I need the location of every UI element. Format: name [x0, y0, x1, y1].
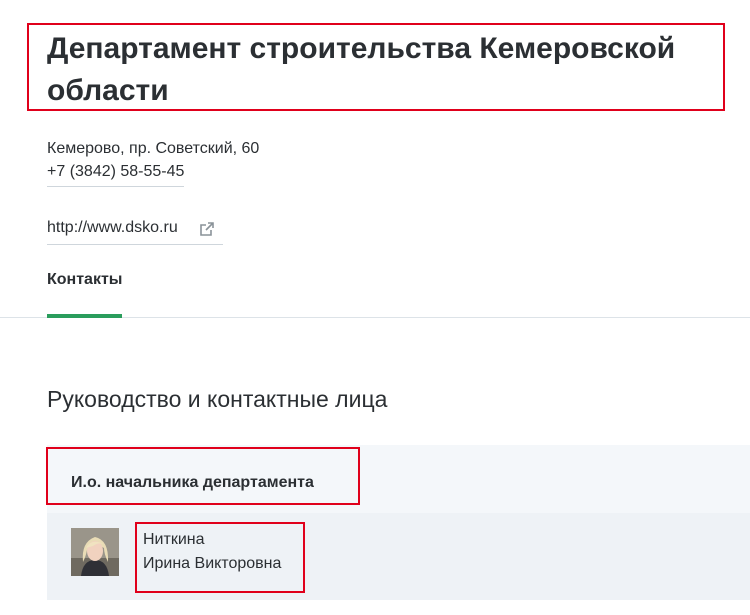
highlight-box-position — [46, 447, 360, 505]
highlight-box-name — [135, 522, 305, 593]
website-url: http://www.dsko.ru — [47, 219, 178, 236]
avatar — [71, 528, 119, 576]
tab-contacts[interactable]: Контакты — [47, 270, 122, 306]
active-tab-indicator — [47, 314, 122, 318]
highlight-box-title — [27, 23, 725, 111]
organization-address: Кемерово, пр. Советский, 60 — [47, 140, 260, 157]
phone-link[interactable]: +7 (3842) 58-55-45 — [47, 162, 185, 187]
external-link-icon — [200, 222, 214, 236]
website-link[interactable]: http://www.dsko.ru — [47, 218, 223, 245]
leadership-section-title: Руководство и контактные лица — [47, 386, 388, 412]
tab-bar: Контакты — [0, 260, 750, 318]
